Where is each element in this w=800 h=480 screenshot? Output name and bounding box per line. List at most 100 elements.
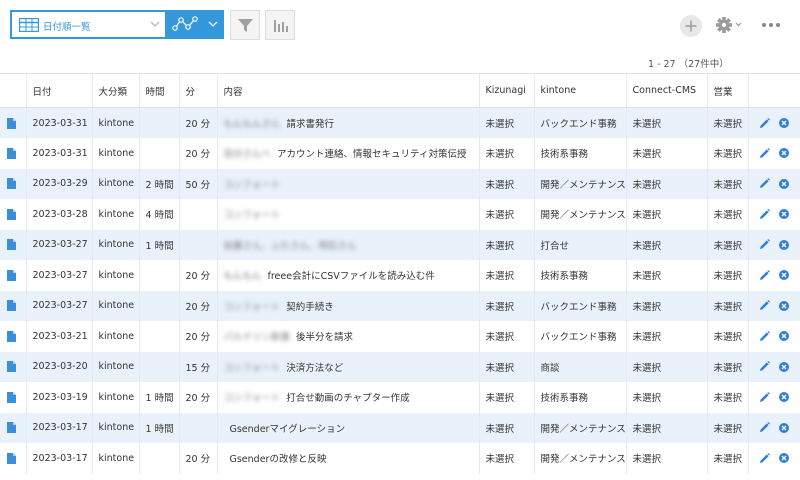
edit-icon[interactable] <box>759 452 770 464</box>
kintone-cell: 技術系事務 <box>534 260 627 291</box>
actions-cell <box>748 260 800 291</box>
hours-cell <box>139 138 180 169</box>
document-icon[interactable] <box>7 117 16 129</box>
record-detail-cell[interactable] <box>0 412 27 443</box>
connect-cms-cell: 未選択 <box>626 382 708 413</box>
gear-icon <box>716 17 742 33</box>
connect-cms-cell: 未選択 <box>626 412 708 443</box>
kintone-cell: 開発／メンテナンス <box>534 168 627 199</box>
filter-button[interactable] <box>230 10 260 40</box>
edit-icon[interactable] <box>759 239 770 250</box>
content-cell: Gsenderの改修と反映 <box>217 443 480 474</box>
header-connect-cms[interactable]: Connect-CMS <box>626 73 708 108</box>
hours-cell <box>139 351 180 382</box>
record-detail-cell[interactable] <box>0 168 27 199</box>
record-detail-cell[interactable] <box>0 321 27 352</box>
redacted-name: コンフォート <box>223 362 281 374</box>
header-date[interactable]: 日付 <box>26 73 93 108</box>
delete-icon[interactable] <box>778 361 789 372</box>
pagination-info: 1 - 27 （27件中） <box>648 59 729 70</box>
delete-icon[interactable] <box>778 392 789 403</box>
record-detail-cell[interactable] <box>0 290 27 321</box>
edit-icon[interactable] <box>759 147 770 159</box>
kizunagi-cell: 未選択 <box>479 107 535 138</box>
record-detail-cell[interactable] <box>0 260 27 291</box>
document-icon[interactable] <box>7 269 16 281</box>
date-cell: 2023-03-27 <box>26 290 93 321</box>
delete-icon[interactable] <box>778 148 789 159</box>
content-cell: コンフォート <box>217 199 480 230</box>
actions-cell <box>748 138 800 169</box>
header-blank <box>0 73 27 108</box>
sales-cell: 未選択 <box>707 199 749 230</box>
document-icon[interactable] <box>7 178 16 190</box>
edit-icon[interactable] <box>759 208 770 220</box>
add-record-button[interactable] <box>680 15 702 37</box>
record-detail-cell[interactable] <box>0 351 27 382</box>
record-detail-cell[interactable] <box>0 107 27 138</box>
kizunagi-cell: 未選択 <box>479 412 535 443</box>
settings-button[interactable] <box>715 14 745 36</box>
kintone-cell: 開発／メンテナンス <box>534 412 627 443</box>
hours-cell: 4 時間 <box>139 199 180 230</box>
delete-icon[interactable] <box>778 239 789 250</box>
table-row: 2023-03-27 kintone 20 分コンフォート 契約手続き 未選択 バックエン… <box>0 290 800 321</box>
plus-icon <box>685 20 697 32</box>
date-cell: 2023-03-31 <box>26 138 93 169</box>
document-icon[interactable] <box>7 422 16 434</box>
delete-icon[interactable] <box>778 331 789 342</box>
delete-icon[interactable] <box>778 300 789 311</box>
edit-icon[interactable] <box>759 178 770 189</box>
document-icon[interactable] <box>7 361 16 373</box>
header-kintone[interactable]: kintone <box>534 73 627 108</box>
record-detail-cell[interactable] <box>0 443 27 474</box>
category-cell: kintone <box>92 229 140 260</box>
connect-cms-cell: 未選択 <box>626 321 708 352</box>
delete-icon[interactable] <box>778 209 789 220</box>
hours-cell: 1 時間 <box>139 229 180 260</box>
header-kizunagi[interactable]: Kizunagi <box>479 73 535 108</box>
edit-icon[interactable] <box>759 391 770 403</box>
edit-icon[interactable] <box>759 300 770 311</box>
category-cell: kintone <box>92 290 140 321</box>
header-hours[interactable]: 時間 <box>139 73 180 108</box>
kintone-cell: 開発／メンテナンス <box>534 199 627 230</box>
category-cell: kintone <box>92 412 140 443</box>
header-sales[interactable]: 営業 <box>707 73 749 108</box>
header-category[interactable]: 大分類 <box>92 73 140 108</box>
header-minutes[interactable]: 分 <box>179 73 218 108</box>
table-row: 2023-03-17 kintone 1 時間 Gsenderマイグレーション 未選択開… <box>0 412 800 443</box>
header-content[interactable]: 内容 <box>217 73 480 108</box>
content-text: freee会計にCSVファイルを読み込む件 <box>267 271 435 283</box>
actions-cell <box>748 382 800 413</box>
document-icon[interactable] <box>7 300 16 312</box>
record-detail-cell[interactable] <box>0 229 27 260</box>
record-detail-cell[interactable] <box>0 382 27 413</box>
edit-icon[interactable] <box>759 361 770 372</box>
edit-icon[interactable] <box>759 117 770 129</box>
content-cell: パルナソン新書 後半分を請求 <box>217 321 480 352</box>
document-icon[interactable] <box>7 208 16 220</box>
more-options-button[interactable] <box>760 14 782 36</box>
document-icon[interactable] <box>7 147 16 159</box>
document-icon[interactable] <box>7 452 16 464</box>
document-icon[interactable] <box>7 330 16 342</box>
document-icon[interactable] <box>7 239 16 251</box>
document-icon[interactable] <box>7 391 16 403</box>
delete-icon[interactable] <box>778 118 789 128</box>
record-detail-cell[interactable] <box>0 199 27 230</box>
delete-icon[interactable] <box>778 270 789 281</box>
edit-icon[interactable] <box>759 422 770 433</box>
record-detail-cell[interactable] <box>0 138 27 169</box>
graph-button[interactable] <box>167 10 224 39</box>
chart-button[interactable] <box>265 10 295 40</box>
delete-icon[interactable] <box>778 453 789 464</box>
edit-icon[interactable] <box>759 269 770 281</box>
connect-cms-cell: 未選択 <box>626 290 708 321</box>
edit-icon[interactable] <box>759 330 770 342</box>
minutes-cell: 50 分 <box>179 168 218 199</box>
delete-icon[interactable] <box>778 422 789 433</box>
delete-icon[interactable] <box>778 178 789 189</box>
category-cell: kintone <box>92 107 140 138</box>
view-selector[interactable]: 日付順一覧 <box>10 10 167 39</box>
